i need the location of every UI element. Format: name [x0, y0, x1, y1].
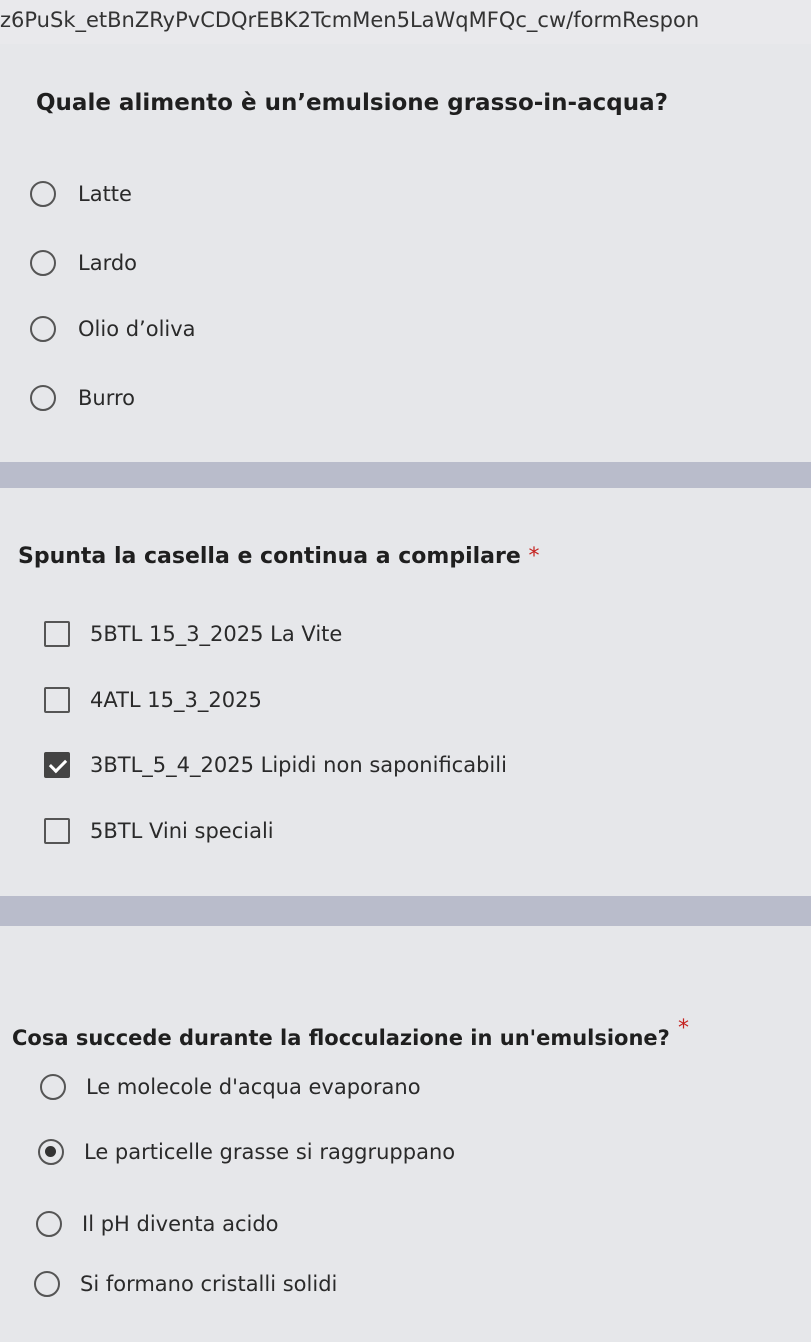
option-label: 3BTL_5_4_2025 Lipidi non saponificabili	[90, 753, 507, 777]
section-divider	[0, 462, 811, 488]
radio-button[interactable]	[34, 1271, 60, 1297]
checkbox-option-4atl[interactable]: 4ATL 15_3_2025	[44, 687, 262, 713]
option-label: Si formano cristalli solidi	[80, 1272, 338, 1296]
address-bar[interactable]: z6PuSk_etBnZRyPvCDQrEBK2TcmMen5LaWqMFQc_…	[0, 0, 811, 44]
checkbox-option-5btl-la-vite[interactable]: 5BTL 15_3_2025 La Vite	[44, 621, 342, 647]
section-divider	[0, 896, 811, 926]
option-label: 5BTL Vini speciali	[90, 819, 274, 843]
question-card-3: Cosa succede durante la flocculazione in…	[0, 926, 811, 1342]
radio-option-cristalli[interactable]: Si formano cristalli solidi	[34, 1271, 337, 1297]
radio-option-latte[interactable]: Latte	[30, 181, 132, 207]
checkbox-checked[interactable]	[44, 752, 70, 778]
checkbox[interactable]	[44, 818, 70, 844]
checkbox-option-3btl-lipidi[interactable]: 3BTL_5_4_2025 Lipidi non saponificabili	[44, 752, 507, 778]
url-text: z6PuSk_etBnZRyPvCDQrEBK2TcmMen5LaWqMFQc_…	[0, 8, 700, 32]
radio-button[interactable]	[30, 316, 56, 342]
option-label: Latte	[78, 182, 132, 206]
radio-option-evaporano[interactable]: Le molecole d'acqua evaporano	[40, 1074, 421, 1100]
option-label: Il pH diventa acido	[82, 1212, 279, 1236]
radio-button[interactable]	[30, 385, 56, 411]
question-card-2: Spunta la casella e continua a compilare…	[0, 488, 811, 896]
option-label: 5BTL 15_3_2025 La Vite	[90, 622, 343, 646]
required-asterisk: *	[528, 544, 540, 569]
option-label: Lardo	[78, 251, 138, 275]
checkbox[interactable]	[44, 687, 70, 713]
radio-button[interactable]	[40, 1074, 66, 1100]
radio-button[interactable]	[36, 1211, 62, 1237]
option-label: Le particelle grasse si raggruppano	[84, 1140, 456, 1164]
option-label: Le molecole d'acqua evaporano	[86, 1075, 421, 1099]
radio-option-raggruppano[interactable]: Le particelle grasse si raggruppano	[38, 1139, 455, 1165]
checkbox-option-5btl-vini[interactable]: 5BTL Vini speciali	[44, 818, 274, 844]
question-title: Cosa succede durante la flocculazione in…	[12, 1026, 670, 1050]
radio-button[interactable]	[30, 250, 56, 276]
question-title: Quale alimento è un’emulsione grasso-in-…	[36, 90, 668, 116]
question-card-1: Quale alimento è un’emulsione grasso-in-…	[0, 44, 811, 462]
question-title-text: Spunta la casella e continua a compilare	[18, 544, 521, 569]
radio-button[interactable]	[30, 181, 56, 207]
radio-button-selected[interactable]	[38, 1139, 64, 1165]
question-title: Spunta la casella e continua a compilare…	[18, 544, 539, 569]
required-asterisk: *	[678, 1016, 689, 1041]
radio-option-lardo[interactable]: Lardo	[30, 250, 137, 276]
option-label: Olio d’oliva	[78, 317, 196, 341]
radio-option-ph-acido[interactable]: Il pH diventa acido	[36, 1211, 279, 1237]
option-label: Burro	[78, 386, 136, 410]
checkbox[interactable]	[44, 621, 70, 647]
radio-option-olio[interactable]: Olio d’oliva	[30, 316, 196, 342]
option-label: 4ATL 15_3_2025	[90, 688, 262, 712]
radio-option-burro[interactable]: Burro	[30, 385, 135, 411]
